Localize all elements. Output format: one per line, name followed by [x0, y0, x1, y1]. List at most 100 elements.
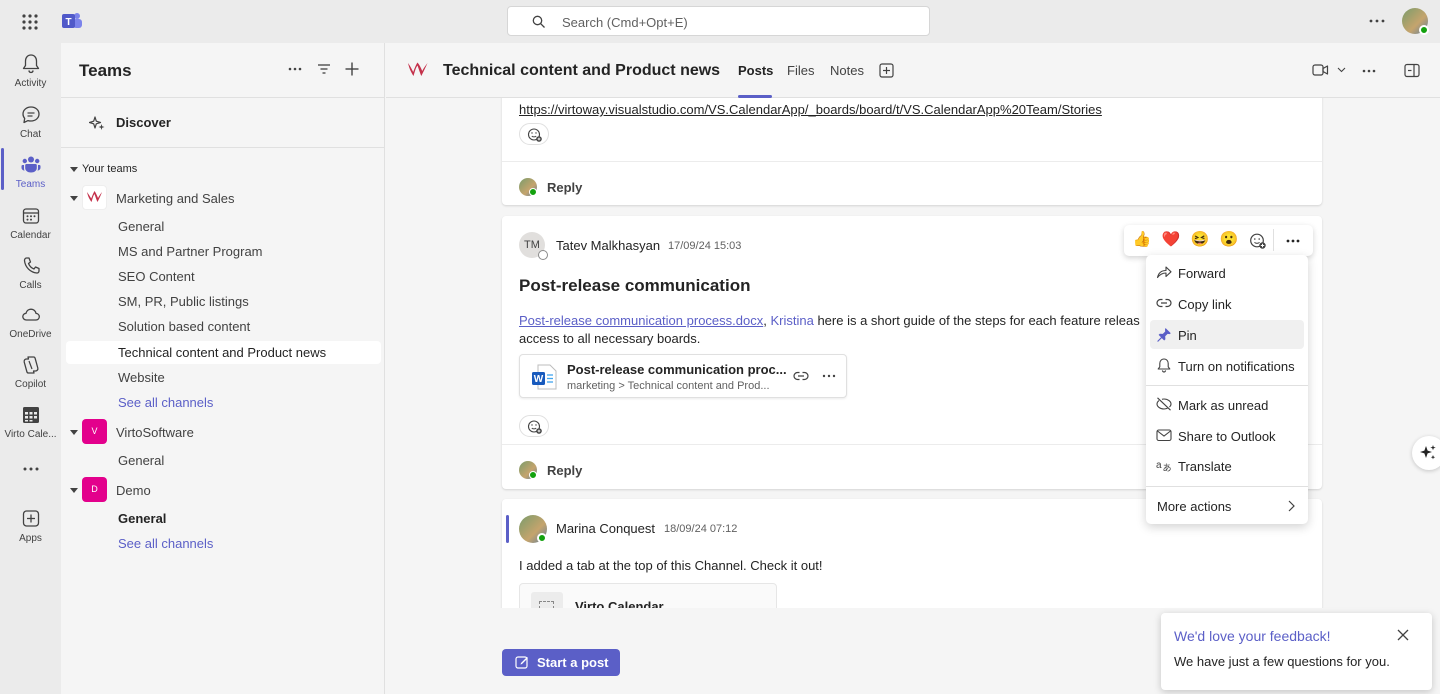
app-tile-icon — [531, 592, 563, 608]
file-path: marketing > Technical content and Prod..… — [567, 380, 770, 392]
virto-logo-icon — [82, 185, 107, 210]
mention[interactable]: Kristina — [770, 313, 813, 328]
grid-calendar-icon — [21, 404, 41, 426]
sparkle-discover-icon — [89, 114, 105, 132]
menu-item-forward[interactable]: Forward — [1150, 258, 1304, 287]
board-link[interactable]: https://virtoway.visualstudio.com/VS.Cal… — [519, 101, 1102, 119]
rail-label: Copilot — [14, 379, 47, 390]
svg-text:あ: あ — [1163, 463, 1172, 472]
start-a-post-button[interactable]: Start a post — [502, 649, 620, 676]
channel-solution-based-content[interactable]: Solution based content — [118, 319, 250, 334]
menu-label: Pin — [1178, 328, 1197, 343]
menu-item-turn-on-notifications[interactable]: Turn on notifications — [1150, 351, 1304, 380]
video-call-icon[interactable] — [1312, 63, 1329, 77]
file-attachment[interactable]: W Post-release communication proc... mar… — [519, 354, 847, 398]
feedback-toast: We'd love your feedback! We have just a … — [1161, 613, 1432, 690]
avatar — [519, 461, 537, 479]
team-name: VirtoSoftware — [116, 425, 194, 440]
add-icon[interactable] — [344, 61, 360, 77]
channel-seo-content[interactable]: SEO Content — [118, 269, 195, 284]
open-panel-icon[interactable] — [1404, 63, 1420, 78]
channel-ms-partner-program[interactable]: MS and Partner Program — [118, 244, 263, 259]
rail-item-virto-calendar[interactable]: Virto Cale... — [0, 398, 61, 446]
post-timestamp: 18/09/24 07:12 — [664, 523, 738, 535]
rail-item-calendar[interactable]: Calendar — [0, 199, 61, 247]
caret-down-icon[interactable] — [70, 167, 78, 172]
menu-label: More actions — [1157, 499, 1232, 514]
rail-label: Activity — [14, 78, 47, 89]
reply-label: Reply — [547, 180, 583, 195]
post-body-line: access to all necessary boards. — [519, 331, 701, 346]
see-all-channels-link[interactable]: See all channels — [118, 395, 213, 410]
teams-icon — [21, 154, 41, 176]
rail-item-calls[interactable]: Calls — [0, 249, 61, 297]
menu-item-share-to-outlook[interactable]: Share to Outlook — [1150, 421, 1304, 450]
your-teams-heading: Your teams — [82, 163, 138, 175]
channel-title: Technical content and Product news — [443, 62, 721, 79]
menu-item-translate[interactable]: aあ Translate — [1150, 451, 1304, 480]
search-input[interactable]: Search (Cmd+Opt+E) — [507, 6, 930, 36]
tab-files[interactable]: Files — [787, 63, 814, 78]
rail-item-chat[interactable]: Chat — [0, 98, 61, 146]
copilot-sparkle-button[interactable] — [1412, 436, 1440, 470]
phone-icon — [21, 255, 41, 277]
channel-technical-content[interactable]: Technical content and Product news — [118, 345, 326, 360]
rail-item-apps[interactable]: Apps — [0, 502, 61, 550]
more-options-icon[interactable] — [1368, 12, 1386, 30]
channel-website[interactable]: Website — [118, 370, 165, 385]
caret-down-icon — [70, 196, 78, 201]
channel-general[interactable]: General — [118, 219, 164, 234]
channel-general[interactable]: General — [118, 511, 166, 526]
menu-item-mark-as-unread[interactable]: Mark as unread — [1150, 390, 1304, 419]
reaction-surprised[interactable]: 😮 — [1219, 230, 1239, 250]
channel-sm-pr-public-listings[interactable]: SM, PR, Public listings — [118, 294, 249, 309]
feedback-title[interactable]: We'd love your feedback! — [1174, 628, 1331, 644]
team-name: Marketing and Sales — [116, 191, 235, 206]
channel-general[interactable]: General — [118, 453, 164, 468]
menu-item-more-actions[interactable]: More actions — [1150, 491, 1304, 520]
search-icon — [532, 15, 546, 29]
user-avatar[interactable] — [1402, 8, 1429, 35]
chevron-down-icon[interactable] — [1337, 67, 1346, 73]
post-author[interactable]: Tatev Malkhasyan — [556, 238, 660, 253]
avatar[interactable] — [519, 515, 547, 543]
caret-down-icon — [70, 488, 78, 493]
rail-item-onedrive[interactable]: OneDrive — [0, 298, 61, 346]
reaction-like[interactable]: 👍 — [1132, 230, 1152, 250]
rail-item-copilot[interactable]: Copilot — [0, 348, 61, 396]
tab-notes[interactable]: Notes — [830, 63, 864, 78]
menu-item-pin[interactable]: Pin — [1150, 320, 1304, 349]
teams-logo-icon: T — [61, 11, 83, 31]
menu-item-copy-link[interactable]: Copy link — [1150, 289, 1304, 318]
tab-posts[interactable]: Posts — [738, 63, 773, 78]
rail-item-more[interactable] — [0, 453, 61, 501]
discover-label: Discover — [116, 115, 171, 130]
more-options-icon[interactable] — [287, 61, 303, 77]
document-link[interactable]: Post-release communication process.docx — [519, 313, 763, 328]
team-demo[interactable]: D Demo — [61, 477, 385, 503]
more-options-icon[interactable] — [1361, 63, 1377, 79]
team-virtosoftware[interactable]: V VirtoSoftware — [61, 419, 385, 445]
reaction-heart[interactable]: ❤️ — [1161, 230, 1181, 250]
more-options-icon[interactable] — [1285, 233, 1301, 249]
close-icon[interactable] — [1396, 628, 1410, 642]
post-author[interactable]: Marina Conquest — [556, 521, 655, 536]
filter-icon[interactable] — [316, 61, 332, 77]
link-icon[interactable] — [793, 369, 809, 383]
team-marketing-and-sales[interactable]: Marketing and Sales — [61, 185, 385, 211]
menu-separator — [1146, 486, 1308, 487]
waffle-icon[interactable] — [20, 12, 40, 32]
reaction-laugh[interactable]: 😆 — [1190, 230, 1210, 250]
discover-button[interactable]: Discover — [87, 113, 377, 137]
add-reaction-button[interactable] — [519, 123, 549, 145]
rail-item-activity[interactable]: Activity — [0, 47, 61, 95]
see-all-channels-link[interactable]: See all channels — [118, 536, 213, 551]
start-post-label: Start a post — [537, 655, 609, 670]
rail-item-teams[interactable]: Teams — [0, 148, 61, 196]
add-reaction-button[interactable] — [519, 415, 549, 437]
tab-card[interactable]: Virto Calendar — [519, 583, 777, 608]
bell-icon — [1156, 358, 1172, 373]
more-options-icon[interactable] — [821, 369, 837, 383]
add-tab-icon[interactable] — [879, 63, 894, 78]
add-reaction-icon[interactable] — [1249, 232, 1266, 249]
